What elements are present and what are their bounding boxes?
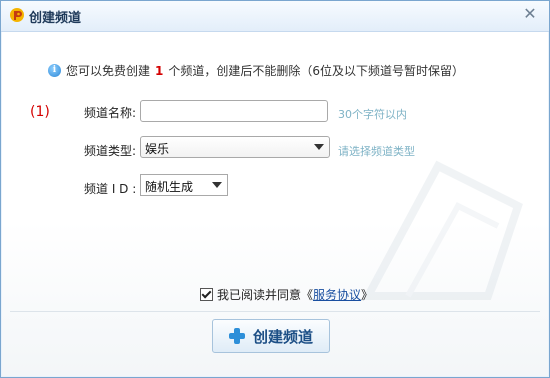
agreement-row: 我已阅读并同意《 服务协议 》 (200, 286, 373, 303)
channel-name-label: 频道名称: (84, 106, 137, 120)
info-icon: i (48, 64, 61, 77)
info-notice: i 您可以免费创建 1 个频道，创建后不能删除（6位及以下频道号暂时保留） (48, 62, 464, 79)
dialog-body: i 您可以免费创建 1 个频道，创建后不能删除（6位及以下频道号暂时保留） (1… (2, 32, 548, 376)
agreement-checkbox[interactable] (200, 288, 213, 301)
dialog-title: 创建频道 (29, 11, 82, 26)
service-agreement-link[interactable]: 服务协议 (313, 286, 361, 303)
step-label: (1) (30, 104, 50, 120)
background-watermark (361, 160, 523, 300)
divider (10, 311, 540, 312)
channel-name-input[interactable] (140, 100, 328, 122)
channel-id-label: 频道 I D : (84, 182, 137, 196)
channel-type-hint: 请选择频道类型 (338, 145, 415, 158)
create-channel-button-label: 创建频道 (252, 327, 313, 346)
chevron-down-icon (314, 144, 324, 150)
channel-type-select[interactable]: 娱乐 (140, 136, 330, 158)
channel-id-value: 随机生成 (145, 180, 194, 194)
agreement-text-after: 》 (361, 288, 374, 302)
channel-name-hint: 30个字符以内 (338, 108, 407, 121)
agreement-text-before: 我已阅读并同意《 (217, 288, 314, 302)
notice-count: 1 (155, 63, 164, 78)
close-icon[interactable]: ✕ (521, 5, 539, 23)
create-channel-dialog: 创建频道 ✕ i 您可以免费创建 1 个频道，创建后不能删除（6位及以下频道号暂… (0, 0, 550, 378)
notice-suffix: 个频道，创建后不能删除（6位及以下频道号暂时保留） (168, 64, 465, 78)
notice-prefix: 您可以免费创建 (66, 64, 151, 78)
plus-icon (228, 328, 245, 344)
chevron-down-icon (212, 182, 222, 188)
create-channel-button[interactable]: 创建频道 (212, 319, 330, 353)
channel-id-select[interactable]: 随机生成 (140, 174, 228, 196)
app-logo-icon (10, 8, 24, 22)
channel-type-label: 频道类型: (84, 144, 137, 158)
title-bar[interactable]: 创建频道 ✕ (1, 1, 549, 32)
channel-type-value: 娱乐 (145, 142, 170, 156)
